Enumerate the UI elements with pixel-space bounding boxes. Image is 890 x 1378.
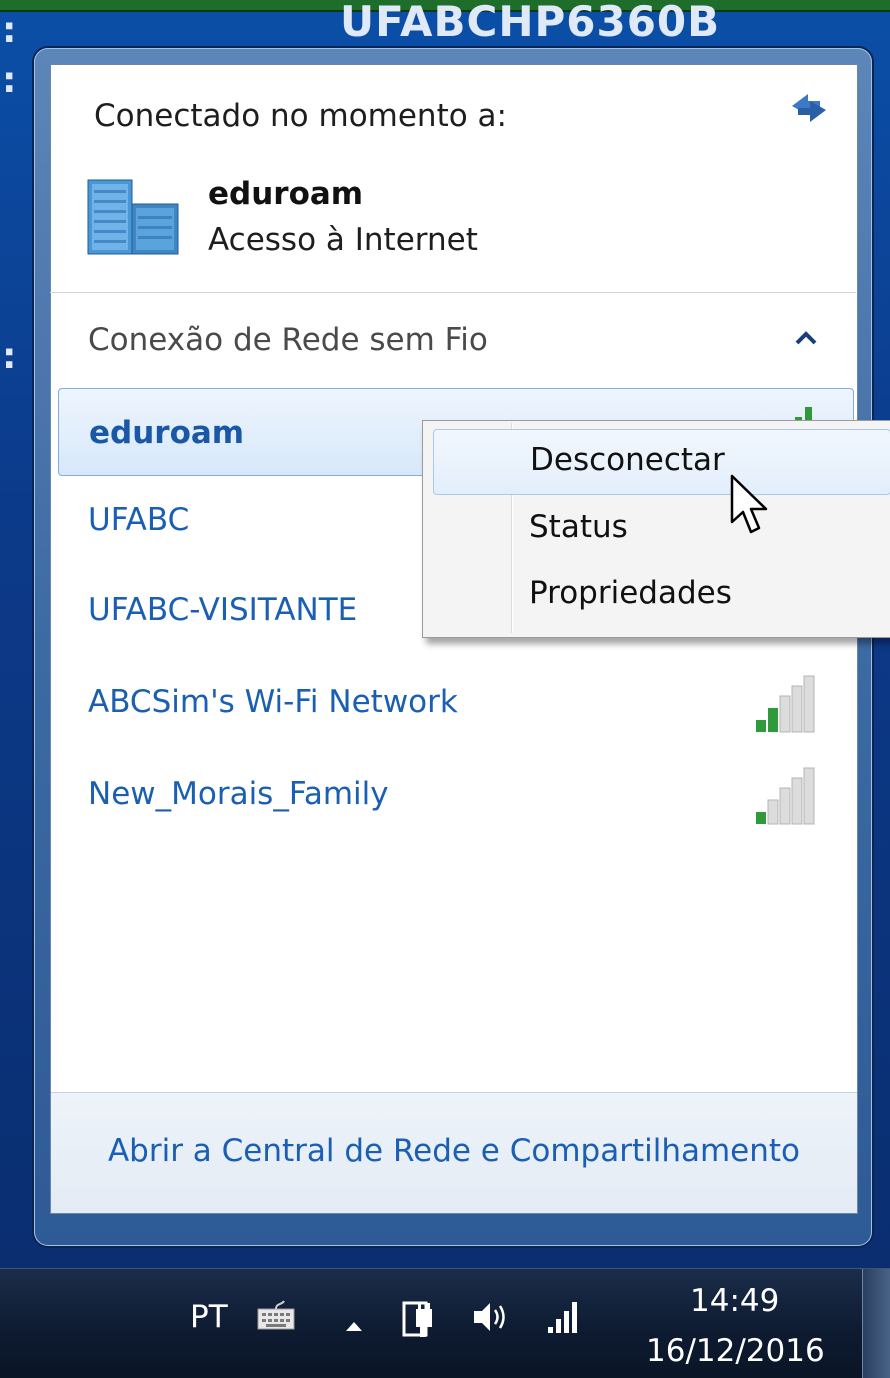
background-colon-glyph: : — [2, 10, 17, 51]
network-signal-tray-icon[interactable] — [546, 1299, 586, 1335]
menu-item-properties[interactable]: Propriedades — [433, 561, 889, 625]
menu-item-label: Status — [529, 509, 628, 545]
background-window-title: UFABCHP6360B — [340, 0, 721, 44]
language-indicator[interactable]: PT — [190, 1299, 228, 1335]
flyout-footer: Abrir a Central de Rede e Compartilhamen… — [51, 1092, 857, 1213]
show-desktop-button[interactable] — [862, 1269, 890, 1378]
power-plug-icon[interactable] — [402, 1299, 436, 1339]
network-name: eduroam — [89, 415, 245, 451]
mouse-cursor-icon — [730, 474, 768, 534]
network-row-abcsim[interactable]: ABCSim's Wi-Fi Network — [58, 658, 852, 744]
clock-time[interactable]: 14:49 — [690, 1283, 779, 1319]
clock-date[interactable]: 16/12/2016 — [646, 1333, 825, 1369]
show-hidden-icons-icon[interactable] — [344, 1319, 364, 1333]
menu-item-label: Desconectar — [530, 442, 725, 478]
signal-strength-icon — [756, 767, 815, 825]
background-colon-glyph: : — [2, 336, 17, 377]
network-name: New_Morais_Family — [88, 776, 389, 812]
refresh-icon[interactable] — [786, 88, 832, 128]
menu-item-disconnect[interactable]: Desconectar — [433, 429, 890, 495]
network-center-link[interactable]: Abrir a Central de Rede e Compartilhamen… — [51, 1133, 857, 1169]
network-context-menu: Desconectar Status Propriedades — [422, 420, 890, 638]
network-name: UFABC-VISITANTE — [88, 592, 358, 628]
menu-item-status[interactable]: Status — [433, 495, 889, 559]
current-network-name: eduroam — [208, 176, 364, 212]
chevron-up-icon[interactable] — [794, 330, 818, 346]
signal-strength-icon — [756, 675, 815, 733]
current-network-status: Acesso à Internet — [208, 222, 478, 258]
keyboard-icon[interactable] — [256, 1299, 296, 1331]
connected-label: Conectado no momento a: — [94, 98, 507, 134]
background-colon-glyph: : — [2, 60, 17, 101]
network-building-icon — [87, 179, 179, 255]
taskbar: PT 14:49 16/12/2016 — [0, 1268, 890, 1378]
network-row-new-morais-family[interactable]: New_Morais_Family — [58, 750, 852, 836]
network-name: ABCSim's Wi-Fi Network — [88, 684, 458, 720]
volume-icon[interactable] — [470, 1299, 510, 1335]
menu-item-label: Propriedades — [529, 575, 732, 611]
wireless-section-label[interactable]: Conexão de Rede sem Fio — [88, 322, 488, 358]
section-divider — [50, 292, 856, 293]
network-name: UFABC — [88, 502, 190, 538]
